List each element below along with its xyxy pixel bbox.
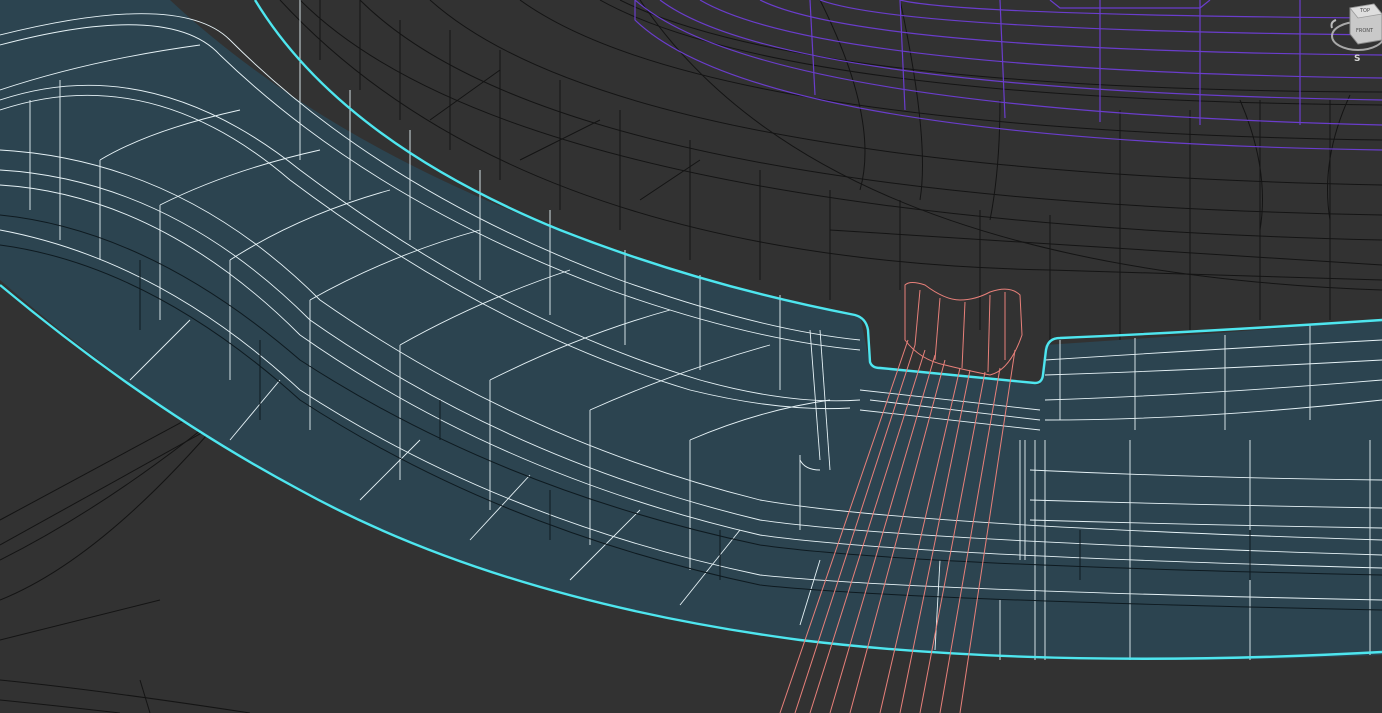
viewcube-top-label: TOP	[1359, 8, 1370, 14]
3d-viewport[interactable]: TOP FRONT S	[0, 0, 1382, 713]
viewcube-face-label: FRONT	[1356, 28, 1374, 34]
viewcube-compass-label[interactable]: S	[1354, 54, 1360, 64]
